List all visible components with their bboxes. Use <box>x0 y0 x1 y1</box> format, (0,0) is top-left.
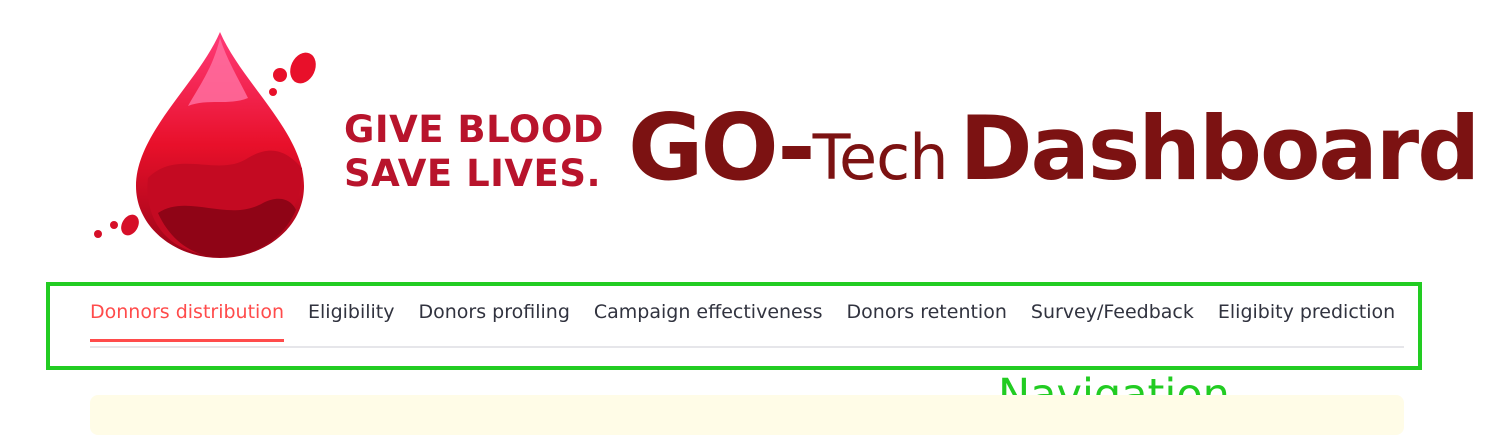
slogan-line-1: GIVE BLOOD <box>344 108 605 151</box>
page-title: GO-Tech Dashboard <box>628 94 1481 201</box>
info-alert-box <box>90 395 1404 435</box>
title-go: GO- <box>628 94 816 201</box>
title-dashboard: Dashboard <box>959 97 1481 200</box>
header-banner: GIVE BLOOD SAVE LIVES. GO-Tech Dashboard <box>0 0 1485 270</box>
tab-bar: Donnors distribution Eligibility Donors … <box>90 290 1404 348</box>
tab-survey-feedback[interactable]: Survey/Feedback <box>1031 290 1194 340</box>
slogan: GIVE BLOOD SAVE LIVES. <box>344 108 604 196</box>
tab-campaign-effectiveness[interactable]: Campaign effectiveness <box>594 290 823 340</box>
slogan-line-2: SAVE LIVES. <box>344 152 602 195</box>
tab-eligibility[interactable]: Eligibility <box>308 290 395 340</box>
tab-donors-distribution[interactable]: Donnors distribution <box>90 290 284 342</box>
blood-drop-logo-icon <box>94 32 316 258</box>
tab-eligibity-prediction[interactable]: Eligibity prediction <box>1218 290 1395 340</box>
tab-donors-profiling[interactable]: Donors profiling <box>419 290 570 340</box>
tab-donors-retention[interactable]: Donors retention <box>847 290 1007 340</box>
title-tech: Tech <box>812 121 949 194</box>
